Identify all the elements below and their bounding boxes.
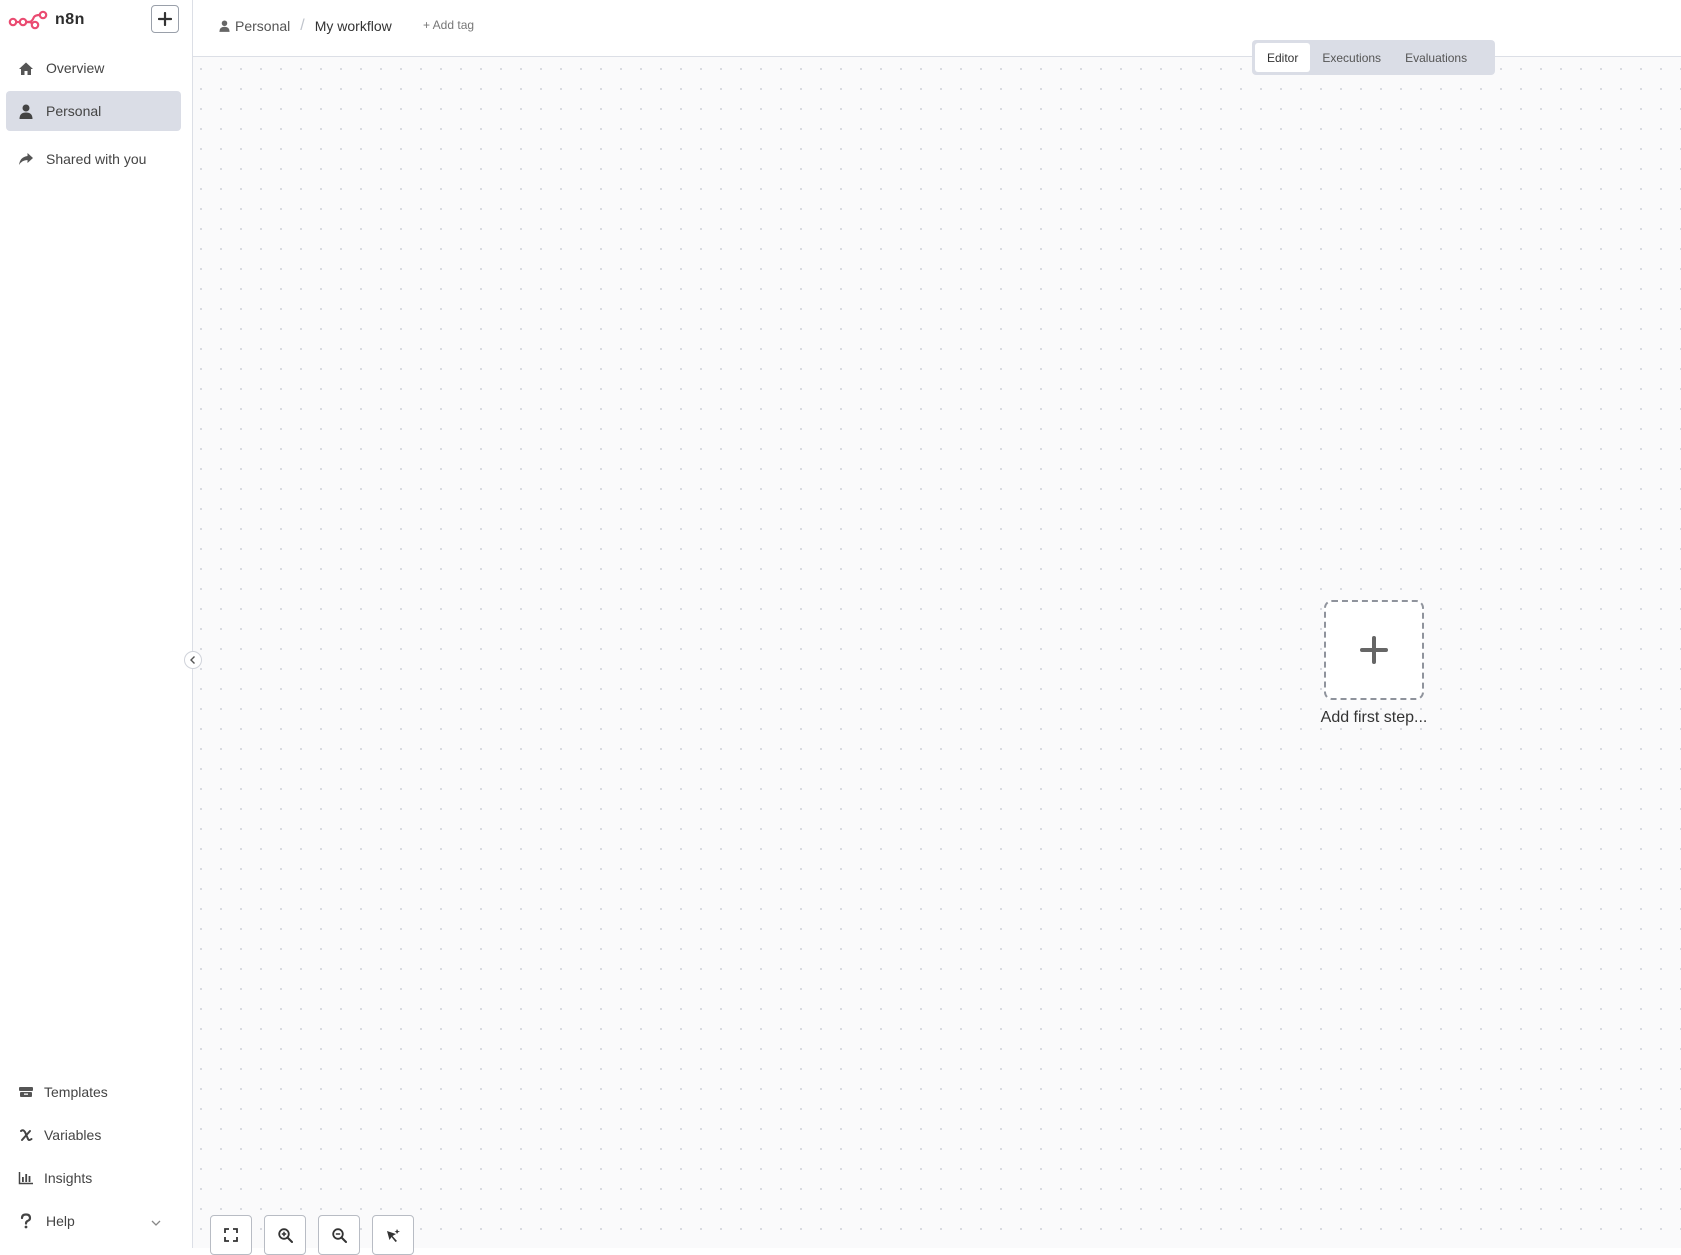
tidy-up-icon	[385, 1228, 401, 1243]
sidebar-item-label: Personal	[46, 103, 102, 119]
logo-text: n8n	[55, 11, 85, 28]
zoom-in-button[interactable]	[264, 1215, 306, 1255]
sidebar-item-variables[interactable]: Variables	[6, 1115, 181, 1155]
view-tabs: Editor Executions Evaluations	[1252, 40, 1495, 75]
n8n-logo-icon	[8, 9, 48, 31]
breadcrumb-project-label: Personal	[235, 18, 291, 34]
chevron-down-icon	[151, 1214, 161, 1230]
sidebar-item-label: Insights	[44, 1170, 93, 1186]
tidy-up-button[interactable]	[372, 1215, 414, 1255]
breadcrumb: Personal / My workflow	[219, 17, 392, 35]
user-icon	[18, 103, 34, 119]
zoom-out-icon	[331, 1228, 347, 1243]
fit-view-icon	[224, 1228, 238, 1242]
chart-icon	[18, 1170, 34, 1186]
tab-evaluations[interactable]: Evaluations	[1393, 43, 1479, 72]
create-new-button[interactable]	[151, 5, 179, 33]
sidebar-item-help[interactable]: Help	[6, 1201, 181, 1241]
workflow-name[interactable]: My workflow	[315, 18, 392, 34]
workflow-canvas[interactable]	[193, 57, 1681, 1248]
sidebar-item-shared[interactable]: Shared with you	[6, 139, 181, 179]
breadcrumb-project[interactable]: Personal	[219, 18, 290, 34]
logo[interactable]: n8n	[8, 8, 85, 32]
sidebar-item-insights[interactable]: Insights	[6, 1158, 181, 1198]
chevron-left-icon	[189, 655, 197, 665]
collapse-sidebar-button[interactable]	[184, 651, 202, 669]
add-first-step-label[interactable]: Add first step...	[1274, 709, 1474, 727]
sidebar: n8n Overview Personal Shared with you Te…	[0, 0, 193, 1248]
sidebar-item-personal[interactable]: Personal	[6, 91, 181, 131]
sidebar-item-label: Variables	[44, 1127, 102, 1143]
fit-view-button[interactable]	[210, 1215, 252, 1255]
plus-icon	[158, 12, 172, 26]
tab-editor[interactable]: Editor	[1255, 43, 1311, 72]
sidebar-item-label: Help	[46, 1213, 75, 1229]
zoom-in-icon	[277, 1228, 293, 1243]
variables-icon	[18, 1127, 34, 1143]
share-icon	[18, 151, 34, 167]
sidebar-item-overview[interactable]: Overview	[6, 48, 181, 88]
sidebar-item-label: Shared with you	[46, 151, 147, 167]
add-first-step-button[interactable]	[1324, 600, 1424, 700]
sidebar-item-templates[interactable]: Templates	[6, 1072, 181, 1112]
breadcrumb-separator: /	[300, 17, 305, 34]
sidebar-item-label: Templates	[44, 1084, 108, 1100]
plus-icon	[1359, 635, 1389, 665]
add-tag-button[interactable]: + Add tag	[423, 18, 474, 32]
question-icon	[18, 1213, 34, 1229]
sidebar-item-label: Overview	[46, 60, 105, 76]
home-icon	[18, 60, 34, 76]
tab-executions[interactable]: Executions	[1310, 43, 1393, 72]
templates-icon	[18, 1084, 34, 1100]
user-icon	[219, 20, 230, 32]
zoom-out-button[interactable]	[318, 1215, 360, 1255]
